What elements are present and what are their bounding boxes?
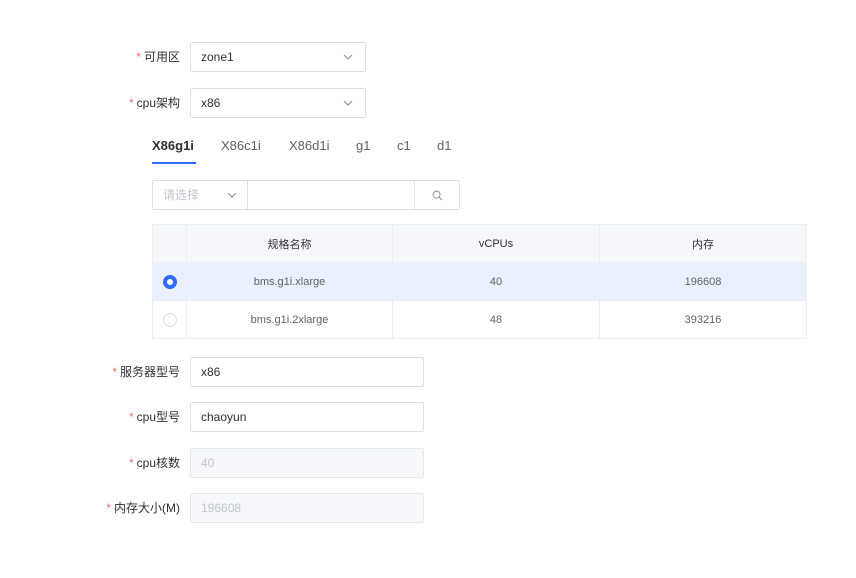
required-mark: * — [136, 50, 141, 64]
column-header-vcpus: vCPUs — [392, 224, 600, 263]
cpu-model-label-text: cpu型号 — [136, 410, 180, 424]
table-row[interactable]: bms.g1i.xlarge 40 196608 — [152, 262, 807, 301]
memory-size-input: 196608 — [190, 493, 424, 523]
spec-table: 规格名称 vCPUs 内存 bms.g1i.xlarge 40 196608 b… — [152, 224, 807, 339]
cpu-cores-label: * cpu核数 — [80, 448, 180, 478]
cell-spec-name: bms.g1i.2xlarge — [186, 300, 393, 339]
tab-x86g1i[interactable]: X86g1i — [152, 138, 194, 153]
radio-selected[interactable] — [162, 274, 177, 289]
tab-c1[interactable]: c1 — [397, 138, 411, 153]
search-button[interactable] — [414, 180, 460, 210]
search-icon — [432, 190, 443, 201]
tab-x86d1i[interactable]: X86d1i — [289, 138, 329, 153]
active-tab-indicator — [152, 162, 196, 164]
cell-spec-name: bms.g1i.xlarge — [186, 262, 393, 301]
memory-size-value: 196608 — [201, 501, 242, 515]
required-mark: * — [128, 410, 134, 424]
cell-vcpus: 48 — [392, 300, 600, 339]
zone-label: * 可用区 — [96, 42, 180, 72]
cell-vcpus: 40 — [392, 262, 600, 301]
memory-size-label-text: 内存大小(M) — [114, 501, 180, 515]
filter-select-placeholder: 请选择 — [163, 188, 200, 202]
required-mark: * — [112, 365, 117, 379]
required-mark: * — [106, 501, 111, 515]
row-select-cell[interactable] — [152, 300, 187, 339]
server-model-value: x86 — [201, 365, 221, 379]
server-model-label: * 服务器型号 — [80, 357, 180, 387]
arch-select-value: x86 — [201, 96, 221, 110]
tab-g1[interactable]: g1 — [356, 138, 370, 153]
column-header-memory: 内存 — [599, 224, 807, 263]
server-model-input[interactable]: x86 — [190, 357, 424, 387]
zone-select-value: zone1 — [201, 50, 234, 64]
cpu-model-label: * cpu型号 — [80, 402, 180, 432]
chevron-down-icon — [343, 100, 353, 106]
cpu-model-value: chaoyun — [201, 410, 247, 424]
arch-label-text: cpu架构 — [136, 96, 180, 110]
table-row[interactable]: bms.g1i.2xlarge 48 393216 — [152, 300, 807, 339]
row-select-cell[interactable] — [152, 262, 187, 301]
tab-d1[interactable]: d1 — [437, 138, 451, 153]
arch-select[interactable]: x86 — [190, 88, 366, 118]
chevron-down-icon — [343, 54, 353, 60]
cell-memory: 196608 — [599, 262, 807, 301]
arch-label: * cpu架构 — [96, 88, 180, 118]
search-input[interactable] — [247, 180, 415, 210]
select-column-header — [152, 224, 187, 263]
table-header-row: 规格名称 vCPUs 内存 — [152, 224, 807, 263]
column-header-name: 规格名称 — [186, 224, 393, 263]
chevron-down-icon — [227, 192, 237, 198]
required-mark: * — [128, 456, 134, 470]
zone-label-text: 可用区 — [143, 50, 180, 64]
radio-unselected[interactable] — [162, 312, 177, 327]
memory-size-label: * 内存大小(M) — [80, 493, 180, 523]
cpu-model-input[interactable]: chaoyun — [190, 402, 424, 432]
filter-select[interactable]: 请选择 — [152, 180, 248, 210]
cell-memory: 393216 — [599, 300, 807, 339]
required-mark: * — [128, 96, 134, 110]
tab-x86c1i[interactable]: X86c1i — [221, 138, 261, 153]
server-model-label-text: 服务器型号 — [119, 365, 180, 379]
cpu-cores-input: 40 — [190, 448, 424, 478]
cpu-cores-label-text: cpu核数 — [136, 456, 180, 470]
zone-select[interactable]: zone1 — [190, 42, 366, 72]
cpu-cores-value: 40 — [201, 456, 215, 470]
